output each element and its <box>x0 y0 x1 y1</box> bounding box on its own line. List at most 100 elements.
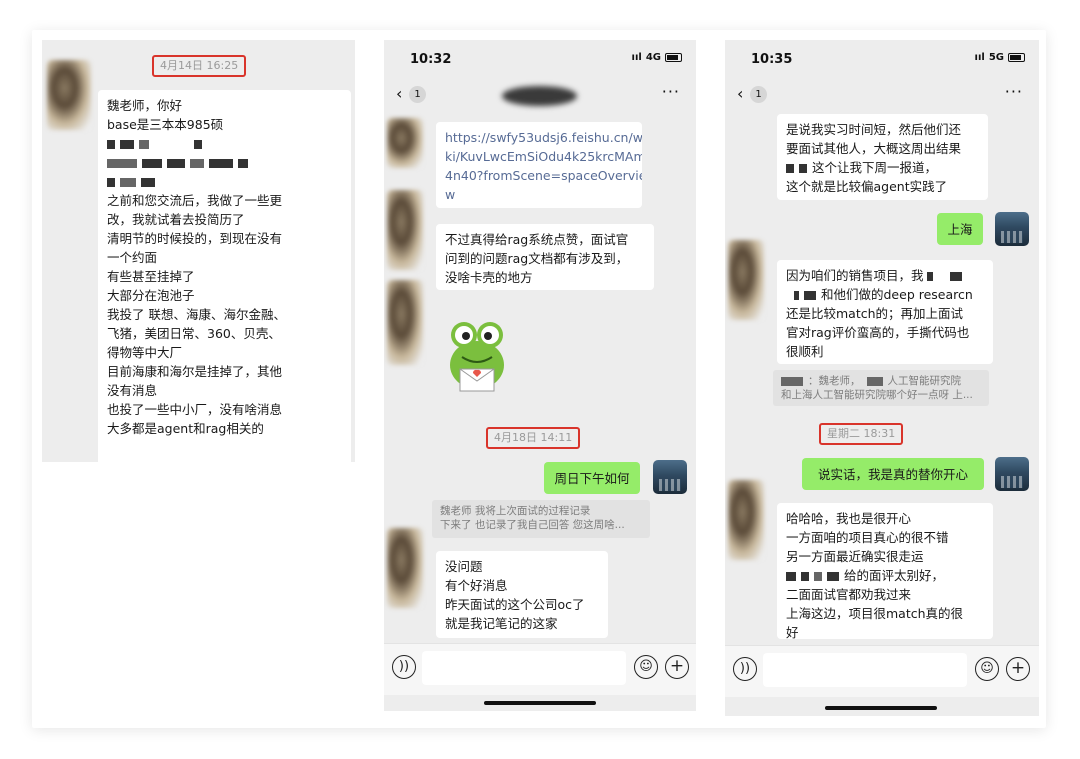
link-line[interactable]: w <box>445 185 633 204</box>
message-line: 还是比较match的；再加上面试 <box>786 306 964 321</box>
message-line: 另一方面最近确实很走运 <box>786 549 924 564</box>
message-line: 因为咱们的销售项目，我 <box>786 266 984 285</box>
signal-indicator: ııl 5G <box>975 52 1025 63</box>
chat-header: ‹ 1 ··· <box>384 82 696 108</box>
message-line: 二面面试官都劝我过来 <box>786 587 912 602</box>
redacted-line <box>107 153 342 172</box>
message-line: 这个就是比较偏agent实践了 <box>786 179 948 194</box>
timestamp-badge: 4月18日 14:11 <box>486 427 581 449</box>
message-line: 要面试其他人，大概这周出结果 <box>786 141 962 156</box>
message-line: 和他们做的deep researcn <box>786 285 984 304</box>
message-input[interactable] <box>763 653 967 687</box>
my-avatar[interactable] <box>995 212 1029 246</box>
quote-line: 下来了 也记录了我自己回答 您这周啥... <box>440 519 625 531</box>
chevron-left-icon[interactable]: ‹ <box>396 84 402 103</box>
my-avatar[interactable] <box>653 460 687 494</box>
message-text: 因为咱们的销售项目，我 <box>786 268 924 283</box>
message-line: 飞猪，美团日常、360、贝壳、 <box>107 326 281 341</box>
message-line: 就是我记笔记的这家 <box>445 616 558 631</box>
chat-title-redacted <box>502 86 577 106</box>
my-avatar[interactable] <box>995 457 1029 491</box>
message-line: 这个让我下周一报道， <box>786 158 979 177</box>
contact-avatar[interactable] <box>728 240 764 320</box>
plus-icon[interactable]: + <box>1006 657 1030 681</box>
message-line: 之前和您交流后，我做了一些更 <box>107 193 283 208</box>
message-line: 也投了一些中小厂，没有啥消息 <box>107 402 283 417</box>
emoji-icon[interactable]: ☺ <box>634 655 658 679</box>
link-message-bubble[interactable]: https://swfy53udsj6.feishu.cn/wi ki/KuvL… <box>436 122 642 208</box>
message-line: 没有消息 <box>107 383 158 398</box>
unread-badge[interactable]: 1 <box>409 86 426 103</box>
signal-icon: ııl <box>974 52 985 63</box>
frog-sticker[interactable] <box>442 317 512 397</box>
status-bar: 10:32 ııl 4G <box>384 40 696 80</box>
redacted-line <box>107 134 342 153</box>
quote-line: ：魏老师， 人工智能研究院 <box>781 374 981 388</box>
message-line: 大部分在泡池子 <box>107 288 195 303</box>
message-text: 和他们做的deep researcn <box>821 287 973 302</box>
link-line[interactable]: ki/KuvLwcEmSiOdu4k25krcMAm <box>445 147 642 166</box>
quote-text: ：魏老师， <box>808 375 861 387</box>
quoted-message[interactable]: 魏老师 我将上次面试的过程记录 下来了 也记录了我自己回答 您这周啥... <box>432 500 650 538</box>
voice-icon[interactable]: )) <box>392 655 416 679</box>
chevron-left-icon[interactable]: ‹ <box>737 84 743 103</box>
signal-icon: ııl <box>631 52 642 63</box>
message-text: 这个让我下周一报道， <box>812 160 938 175</box>
message-line: 上海这边，项目很match真的很 <box>786 606 964 621</box>
more-icon[interactable]: ··· <box>1005 82 1023 101</box>
timestamp-badge: 星期二 18:31 <box>819 423 904 445</box>
message-line: 不过真得给rag系统点赞，面试官 <box>445 232 629 247</box>
message-line: 没问题 <box>445 559 483 574</box>
contact-avatar[interactable] <box>728 480 764 560</box>
status-time: 10:35 <box>751 52 793 67</box>
message-line: 官对rag评价蛮高的，手撕代码也 <box>786 325 970 340</box>
message-text: 给的面评太别好， <box>844 568 945 583</box>
home-indicator <box>484 701 596 705</box>
message-bubble: 魏老师，你好 base是三本本985硕 之前和您交流后，我做了一些更 改，我就试… <box>98 90 351 462</box>
message-bubble: 哈哈哈，我也是很开心 一方面咱的项目真心的很不错 另一方面最近确实很走运 给的面… <box>777 503 993 639</box>
message-line: 有个好消息 <box>445 578 508 593</box>
message-line: 目前海康和海尔是挂掉了，其他 <box>107 364 283 379</box>
link-line[interactable]: 4n40?fromScene=spaceOvervie <box>445 166 642 185</box>
voice-icon[interactable]: )) <box>733 657 757 681</box>
contact-avatar[interactable] <box>387 118 423 168</box>
network-label: 5G <box>988 52 1004 63</box>
input-bar: )) ☺ + <box>384 643 696 695</box>
link-line[interactable]: https://swfy53udsj6.feishu.cn/wi <box>445 128 642 147</box>
status-time: 10:32 <box>410 52 452 67</box>
plus-icon[interactable]: + <box>665 655 689 679</box>
chat-panel-2: 10:32 ııl 4G ‹ 1 ··· https://swfy53udsj6… <box>384 40 696 711</box>
my-message-bubble: 上海 <box>937 213 983 245</box>
message-line: 魏老师，你好 <box>107 98 183 113</box>
message-bubble: 是说我实习时间短，然后他们还 要面试其他人，大概这周出结果 这个让我下周一报道，… <box>777 114 988 200</box>
contact-avatar[interactable] <box>387 528 423 608</box>
message-line: 我投了 联想、海康、海尔金融、 <box>107 307 286 322</box>
contact-avatar[interactable] <box>47 60 91 130</box>
unread-badge[interactable]: 1 <box>750 86 767 103</box>
contact-avatar[interactable] <box>387 190 423 270</box>
status-bar: 10:35 ııl 5G <box>725 40 1039 80</box>
quote-line: 和上海人工智能研究院哪个好一点呀 上... <box>781 389 973 401</box>
message-line: base是三本本985硕 <box>107 117 224 132</box>
message-line: 一方面咱的项目真心的很不错 <box>786 530 949 545</box>
quoted-message[interactable]: ：魏老师， 人工智能研究院 和上海人工智能研究院哪个好一点呀 上... <box>773 370 989 406</box>
message-line: 清明节的时候投的，到现在没有 <box>107 231 283 246</box>
message-input[interactable] <box>422 651 626 685</box>
battery-icon <box>1008 53 1025 62</box>
more-icon[interactable]: ··· <box>662 82 680 101</box>
contact-avatar[interactable] <box>387 280 423 365</box>
message-line: 给的面评太别好， <box>786 566 984 585</box>
message-bubble: 因为咱们的销售项目，我 和他们做的deep researcn 还是比较match… <box>777 260 993 364</box>
my-message-bubble: 周日下午如何 <box>544 462 640 494</box>
chat-panel-1: 4月14日 16:25 魏老师，你好 base是三本本985硕 之前和您交流后，… <box>42 40 355 462</box>
message-line: 改，我就试着去投简历了 <box>107 212 245 227</box>
chat-panel-3: 10:35 ııl 5G ‹ 1 ··· 是说我实习时间短，然后他们还 要面试其… <box>725 40 1039 716</box>
message-line: 好 <box>786 625 799 639</box>
emoji-icon[interactable]: ☺ <box>975 657 999 681</box>
signal-indicator: ııl 4G <box>632 52 682 63</box>
message-line: 没啥卡壳的地方 <box>445 270 533 285</box>
message-line: 问到的问题rag文档都有涉及到， <box>445 251 629 266</box>
redacted-line <box>107 172 342 191</box>
network-label: 4G <box>645 52 661 63</box>
message-line: 哈哈哈，我也是很开心 <box>786 511 912 526</box>
